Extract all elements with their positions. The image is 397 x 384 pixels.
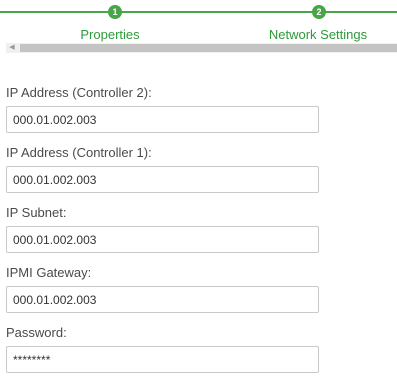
ip-address-controller-2-input[interactable] [6,106,319,133]
field-ip-address-controller-1: IP Address (Controller 1): [6,144,326,193]
field-ipmi-gateway: IPMI Gateway: [6,264,326,313]
ip-address-controller-1-label: IP Address (Controller 1): [6,145,152,160]
horizontal-scrollbar[interactable]: ◀ [6,43,397,53]
ip-subnet-input[interactable] [6,226,319,253]
step-connector-line [119,11,315,13]
field-password: Password: [6,324,326,373]
password-label: Password: [6,325,67,340]
wizard-steps: 1 2 Properties Network Settings ◀ [0,0,397,70]
step-1-label[interactable]: Properties [80,27,139,42]
step-1-badge[interactable]: 1 [108,5,122,19]
network-settings-form: IP Address (Controller 2): IP Address (C… [6,84,326,384]
step-2-label[interactable]: Network Settings [269,27,367,42]
scrollbar-thumb[interactable] [20,44,397,52]
ip-subnet-label: IP Subnet: [6,205,67,220]
step-2-badge[interactable]: 2 [312,5,326,19]
field-ip-subnet: IP Subnet: [6,204,326,253]
ipmi-gateway-input[interactable] [6,286,319,313]
password-input[interactable] [6,346,319,373]
step-connector-line [0,11,111,13]
ip-address-controller-2-label: IP Address (Controller 2): [6,85,152,100]
scroll-left-arrow-icon[interactable]: ◀ [6,43,18,53]
ip-address-controller-1-input[interactable] [6,166,319,193]
step-connector-line [323,11,397,13]
ipmi-gateway-label: IPMI Gateway: [6,265,92,280]
field-ip-address-controller-2: IP Address (Controller 2): [6,84,326,133]
